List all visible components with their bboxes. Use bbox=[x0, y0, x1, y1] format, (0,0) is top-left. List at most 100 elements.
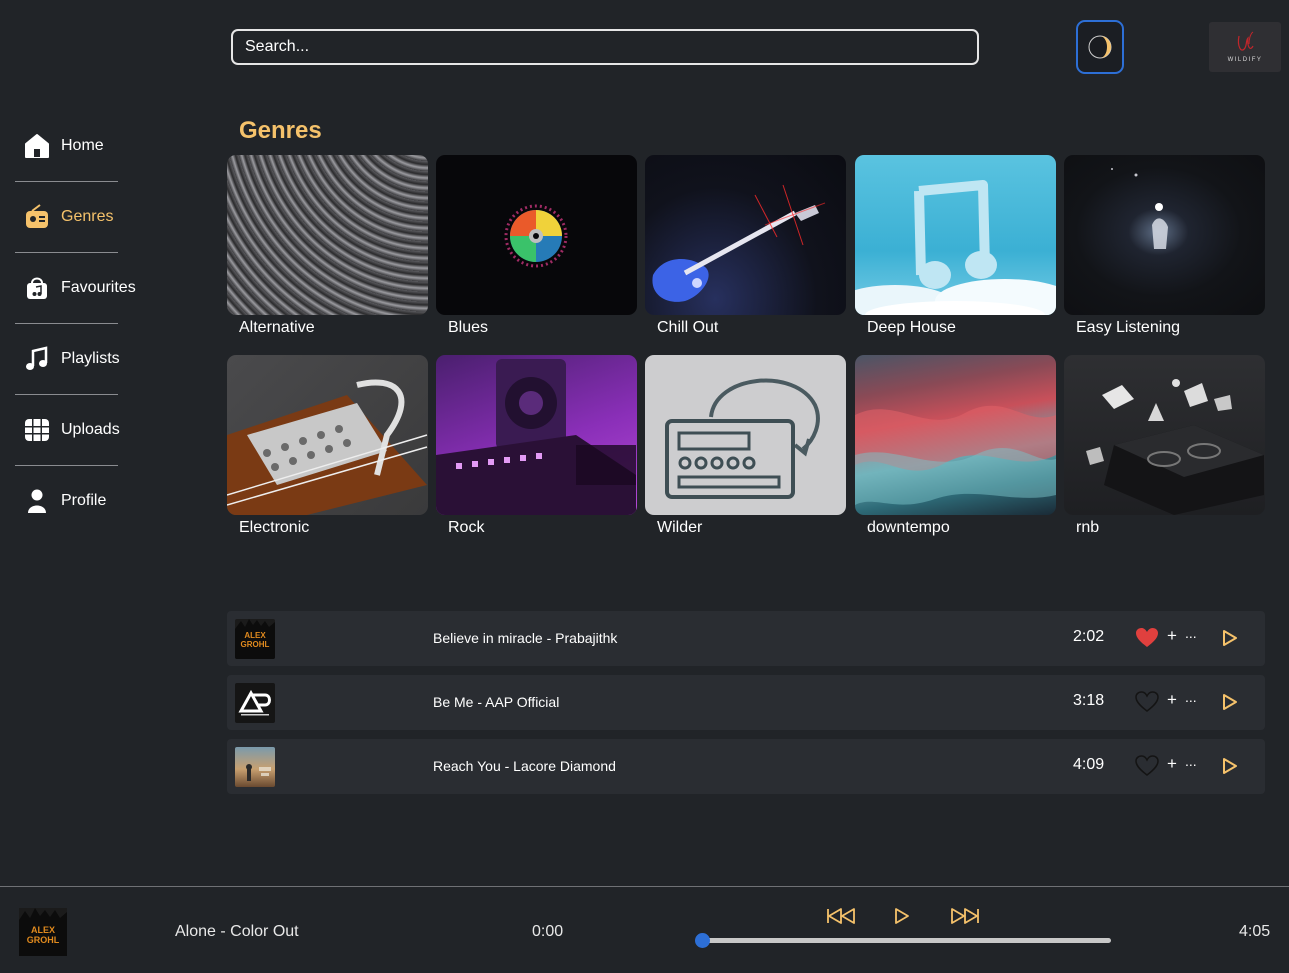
track-title: Reach You - Lacore Diamond bbox=[433, 758, 616, 774]
genre-name: Wilder bbox=[657, 519, 703, 536]
sidebar-nav: Home Genres Favourites Playlists Uploads… bbox=[15, 112, 136, 535]
user-icon bbox=[17, 488, 57, 514]
now-playing-art: ALEX GROHL bbox=[19, 908, 67, 956]
genre-image bbox=[227, 355, 428, 515]
genre-card-blues[interactable]: Blues bbox=[436, 155, 637, 345]
now-playing-title: Alone - Color Out bbox=[175, 923, 299, 940]
page-title: Genres bbox=[239, 117, 322, 144]
music-bag-icon bbox=[17, 275, 57, 301]
grid-icon bbox=[17, 417, 57, 443]
sidebar-item-label: Favourites bbox=[61, 279, 136, 296]
track-duration: 2:02 bbox=[1073, 628, 1105, 645]
brand-name: WILDIFY bbox=[1227, 57, 1263, 63]
genre-name: downtempo bbox=[867, 519, 950, 536]
add-to-playlist-button[interactable]: + bbox=[1167, 754, 1177, 774]
skip-forward-icon[interactable] bbox=[948, 906, 980, 926]
progress-handle[interactable] bbox=[695, 933, 710, 948]
sidebar-item-label: Home bbox=[61, 137, 104, 154]
genre-card-wilder[interactable]: Wilder bbox=[645, 355, 846, 545]
search-input[interactable] bbox=[231, 29, 979, 65]
genre-name: Deep House bbox=[867, 319, 956, 336]
wildify-logo-icon bbox=[1237, 31, 1254, 51]
add-to-playlist-button[interactable]: + bbox=[1167, 690, 1177, 710]
more-options-button[interactable]: ... bbox=[1185, 689, 1197, 705]
sidebar-item-home[interactable]: Home bbox=[15, 112, 118, 180]
sidebar-item-label: Profile bbox=[61, 492, 107, 509]
divider bbox=[15, 394, 118, 395]
table-row[interactable]: Reach You - Lacore Diamond 4:09 + ... bbox=[227, 739, 1265, 794]
divider bbox=[15, 181, 118, 182]
genre-card-chill-out[interactable]: Chill Out bbox=[645, 155, 846, 345]
player-bar: ALEX GROHL Alone - Color Out 0:00 4:05 bbox=[0, 886, 1289, 973]
heart-outline-icon[interactable] bbox=[1135, 755, 1159, 777]
brand-logo[interactable]: WILDIFY bbox=[1209, 22, 1281, 72]
heart-outline-icon[interactable] bbox=[1135, 691, 1159, 713]
play-icon[interactable] bbox=[1222, 693, 1238, 711]
music-note-icon bbox=[17, 346, 57, 372]
sidebar-item-label: Uploads bbox=[61, 421, 120, 438]
table-row[interactable]: Be Me - AAP Official 3:18 + ... bbox=[227, 675, 1265, 730]
sidebar-item-uploads[interactable]: Uploads bbox=[15, 396, 120, 464]
genre-card-downtempo[interactable]: downtempo bbox=[855, 355, 1056, 545]
genre-name: Electronic bbox=[239, 519, 310, 536]
play-icon[interactable] bbox=[1222, 629, 1238, 647]
radio-icon bbox=[17, 204, 57, 230]
elapsed-time: 0:00 bbox=[532, 923, 564, 940]
genre-name: Easy Listening bbox=[1076, 319, 1181, 336]
sidebar-item-label: Playlists bbox=[61, 350, 120, 367]
more-options-button[interactable]: ... bbox=[1185, 753, 1197, 769]
album-art: ALEX GROHL bbox=[235, 619, 275, 659]
genre-image bbox=[1064, 155, 1265, 315]
progress-slider[interactable] bbox=[695, 933, 1111, 948]
genre-name: Alternative bbox=[239, 319, 315, 336]
moon-icon bbox=[1088, 35, 1112, 59]
app-window: WILDIFY Home Genr bbox=[0, 0, 1289, 973]
sidebar-item-favourites[interactable]: Favourites bbox=[15, 254, 136, 322]
add-to-playlist-button[interactable]: + bbox=[1167, 626, 1177, 646]
sidebar-item-label: Genres bbox=[61, 208, 114, 225]
genre-image bbox=[855, 355, 1056, 515]
svg-text:GROHL: GROHL bbox=[241, 640, 270, 649]
genre-card-rnb[interactable]: rnb bbox=[1064, 355, 1265, 545]
track-list: ALEX GROHL Believe in miracle - Prabajit… bbox=[227, 611, 1265, 803]
genre-image bbox=[645, 355, 846, 515]
more-options-button[interactable]: ... bbox=[1185, 625, 1197, 641]
sidebar-item-profile[interactable]: Profile bbox=[15, 467, 118, 535]
genre-image bbox=[436, 355, 637, 515]
genre-name: Rock bbox=[448, 519, 485, 536]
sidebar-item-playlists[interactable]: Playlists bbox=[15, 325, 120, 393]
genre-name: Blues bbox=[448, 319, 489, 336]
skip-back-icon[interactable] bbox=[826, 906, 858, 926]
genre-card-alternative[interactable]: Alternative bbox=[227, 155, 428, 345]
track-title: Be Me - AAP Official bbox=[433, 694, 560, 710]
play-icon[interactable] bbox=[893, 906, 911, 926]
genre-card-deep-house[interactable]: Deep House bbox=[855, 155, 1056, 345]
track-title: Believe in miracle - Prabajithk bbox=[433, 630, 618, 646]
divider bbox=[15, 252, 118, 253]
genre-card-easy-listening[interactable]: Easy Listening bbox=[1064, 155, 1265, 345]
genre-image bbox=[645, 155, 846, 315]
album-art bbox=[235, 747, 275, 787]
genre-image bbox=[227, 155, 428, 315]
genre-card-rock[interactable]: Rock bbox=[436, 355, 637, 545]
home-icon bbox=[17, 133, 57, 159]
genre-card-electronic[interactable]: Electronic bbox=[227, 355, 428, 545]
play-icon[interactable] bbox=[1222, 757, 1238, 775]
theme-toggle-button[interactable] bbox=[1076, 20, 1124, 74]
genre-name: Chill Out bbox=[657, 319, 719, 336]
genre-image bbox=[436, 155, 637, 315]
genre-name: rnb bbox=[1076, 519, 1100, 536]
svg-text:ALEX: ALEX bbox=[31, 925, 55, 935]
divider bbox=[15, 465, 118, 466]
album-art bbox=[235, 683, 275, 723]
sidebar-item-genres[interactable]: Genres bbox=[15, 183, 118, 251]
svg-text:ALEX: ALEX bbox=[244, 631, 266, 640]
table-row[interactable]: ALEX GROHL Believe in miracle - Prabajit… bbox=[227, 611, 1265, 666]
genre-image bbox=[1064, 355, 1265, 515]
svg-text:GROHL: GROHL bbox=[27, 935, 60, 945]
heart-filled-icon[interactable] bbox=[1135, 627, 1159, 649]
genre-image bbox=[855, 155, 1056, 315]
track-duration: 3:18 bbox=[1073, 692, 1105, 709]
divider bbox=[15, 323, 118, 324]
track-duration: 4:09 bbox=[1073, 756, 1105, 773]
